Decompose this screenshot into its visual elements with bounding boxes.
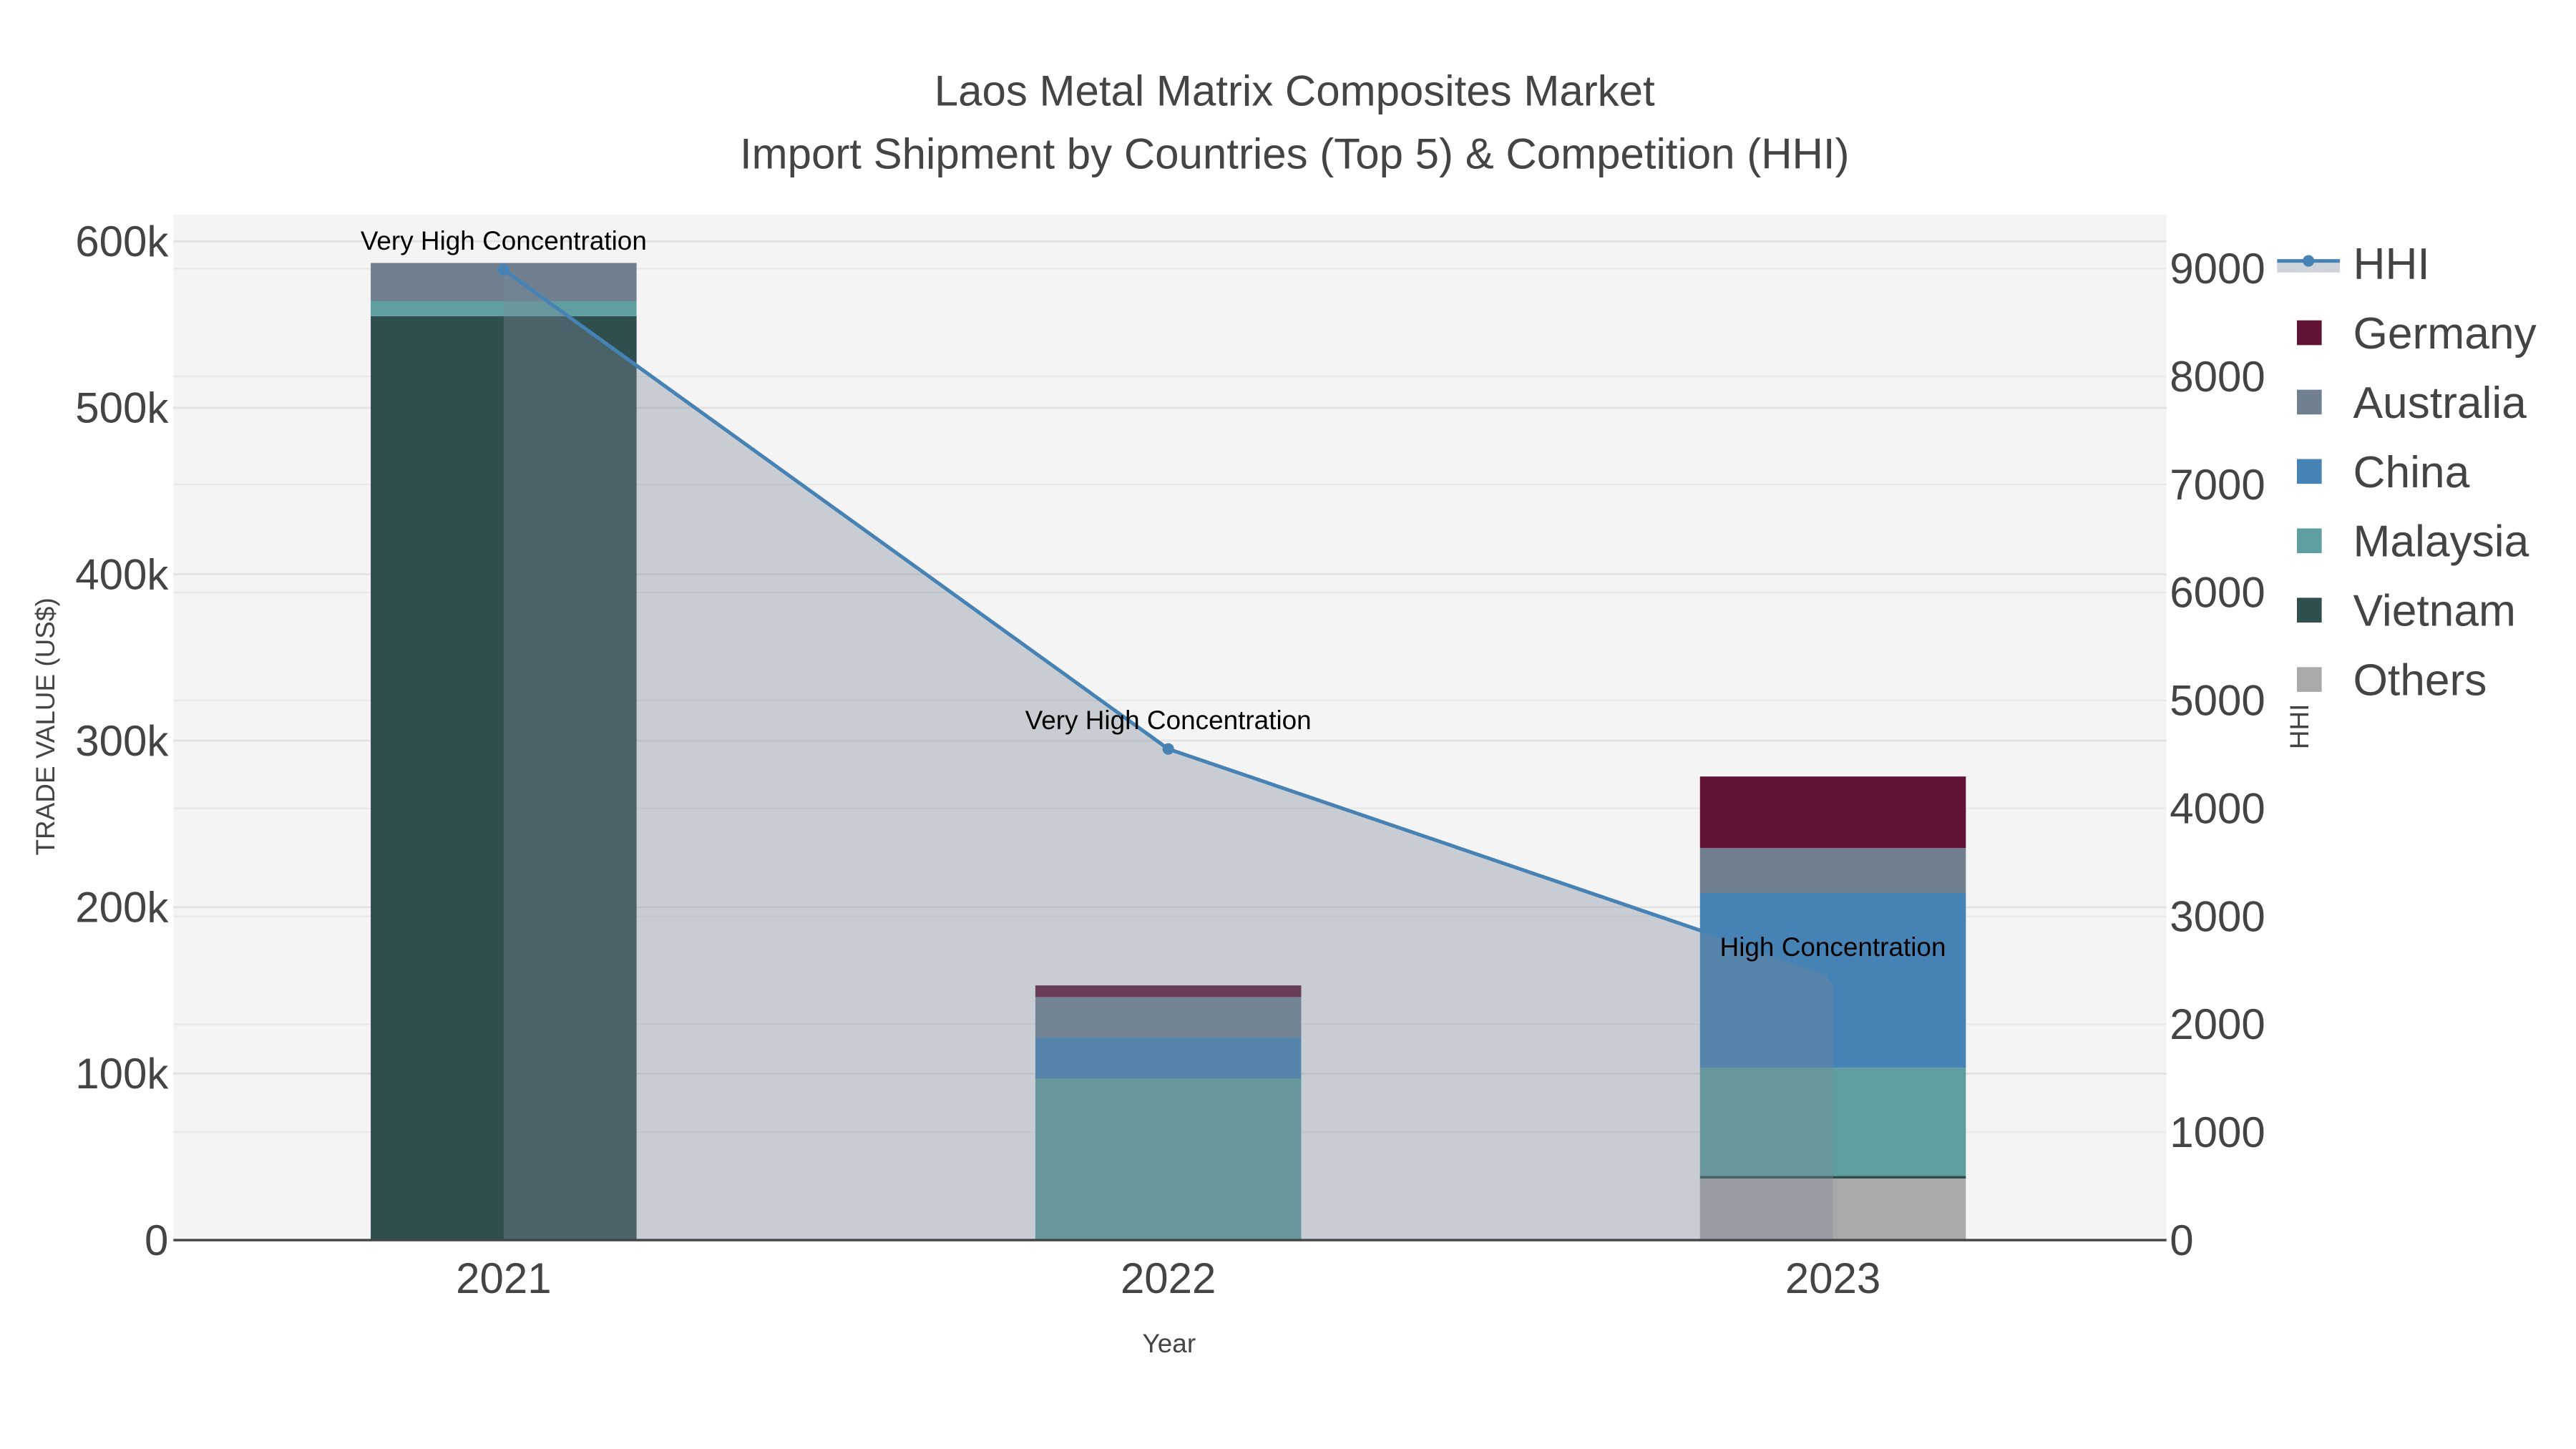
legend-label-others: Others xyxy=(2353,656,2487,706)
y-axis-title: TRADE VALUE (US$) xyxy=(31,597,60,855)
x-tick-label: 2022 xyxy=(1121,1254,1216,1302)
y-tick-label: 600k xyxy=(75,218,169,265)
y2-tick-label: 9000 xyxy=(2170,245,2265,293)
y2-tick-label: 3000 xyxy=(2170,892,2265,940)
hhi-annotation: Very High Concentration xyxy=(361,226,647,255)
legend-swatch-germany xyxy=(2297,320,2322,346)
y-tick-label: 500k xyxy=(75,384,169,432)
hhi-annotation: Very High Concentration xyxy=(1025,706,1312,735)
y2-tick-label: 2000 xyxy=(2170,1000,2265,1048)
legend-swatch-malaysia xyxy=(2297,528,2322,554)
legend-label-china: China xyxy=(2353,448,2469,497)
legend-label-hhi: HHI xyxy=(2353,240,2429,289)
x-tick-label: 2023 xyxy=(1785,1254,1880,1302)
x-axis-title: Year xyxy=(1143,1329,1196,1358)
y2-tick-label: 0 xyxy=(2170,1216,2193,1264)
legend-hhi-marker xyxy=(2303,255,2315,267)
legend-swatch-china xyxy=(2297,459,2322,484)
y2-tick-label: 7000 xyxy=(2170,461,2265,509)
legend-swatch-others xyxy=(2297,667,2322,692)
y2-tick-label: 4000 xyxy=(2170,784,2265,832)
chart: 0 100k 200k 300k 400k 500k 600k 0 1000 2000 3000 40… xyxy=(0,0,2576,1449)
legend-label-vietnam: Vietnam xyxy=(2353,587,2515,636)
hhi-point-2022 xyxy=(1162,743,1174,755)
y-tick-label: 0 xyxy=(145,1216,168,1264)
hhi-point-2023 xyxy=(1827,970,1839,982)
legend-swatch-australia xyxy=(2297,389,2322,415)
y2-tick-label: 6000 xyxy=(2170,569,2265,617)
bar-germany-2023 xyxy=(1699,776,1966,849)
y2-tick-label: 1000 xyxy=(2170,1108,2265,1156)
y-tick-label: 300k xyxy=(75,717,169,765)
x-tick-label: 2021 xyxy=(456,1254,551,1302)
hhi-annotation: High Concentration xyxy=(1720,932,1946,962)
y2-tick-label: 5000 xyxy=(2170,677,2265,725)
y-tick-label: 200k xyxy=(75,884,169,932)
bar-australia-2023 xyxy=(1699,848,1966,894)
chart-title: Laos Metal Matrix Composites Market xyxy=(935,67,1655,115)
legend-label-germany: Germany xyxy=(2353,309,2537,358)
hhi-point-2021 xyxy=(497,263,509,276)
legend-label-malaysia: Malaysia xyxy=(2353,517,2529,567)
chart-subtitle: Import Shipment by Countries (Top 5) & C… xyxy=(740,130,1850,177)
legend-label-australia: Australia xyxy=(2353,379,2527,428)
y-tick-label: 400k xyxy=(75,550,169,598)
y-tick-label: 100k xyxy=(75,1050,169,1098)
y2-tick-label: 8000 xyxy=(2170,353,2265,401)
y2-axis-title: HHI xyxy=(2285,704,2314,750)
legend-swatch-vietnam xyxy=(2297,597,2322,623)
